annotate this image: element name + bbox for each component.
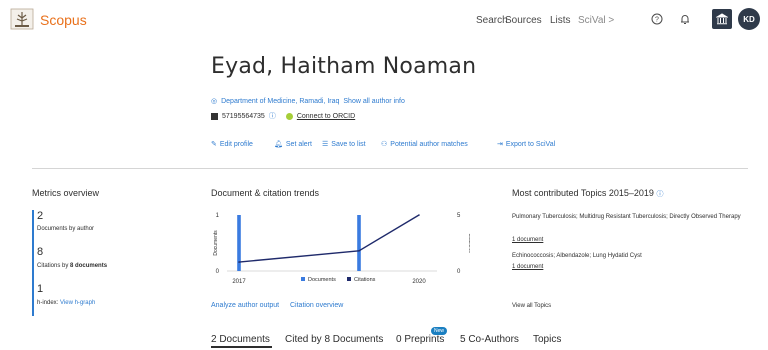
x-tick-label: 2020 — [412, 279, 426, 285]
section-divider — [32, 168, 748, 169]
tab-co-authors[interactable]: 5 Co-Authors — [460, 334, 519, 345]
citations-line — [238, 214, 420, 263]
author-id: 57195564735 — [222, 112, 265, 120]
tab-topics[interactable]: Topics — [533, 334, 561, 345]
elsevier-logo-icon[interactable] — [10, 8, 34, 30]
x-tick-label: 2017 — [232, 279, 246, 285]
edit-profile-label: Edit profile — [219, 140, 253, 148]
view-hgraph-link[interactable]: View h-graph — [60, 300, 95, 306]
topic-1-title[interactable]: Pulmonary Tuberculosis; Multidrug Resist… — [512, 213, 748, 222]
connect-orcid-link[interactable]: Connect to ORCID — [297, 113, 355, 120]
topics-info-icon[interactable]: ⓘ — [656, 191, 663, 198]
scopus-brand[interactable]: Scopus — [40, 12, 87, 28]
nav-scival[interactable]: SciVal > — [578, 15, 614, 26]
citations-count: 8 — [37, 246, 44, 258]
left-axis-label: Documents — [213, 230, 219, 256]
topic-2-title[interactable]: Echinococcosis; Albendazole; Lung Hydati… — [512, 252, 642, 261]
top-header: Scopus Search Sources Lists SciVal > ? K… — [0, 0, 768, 40]
author-id-row: 57195564735 ⓘ Connect to ORCID — [211, 111, 355, 121]
documents-label: Documents by author — [37, 226, 95, 232]
info-icon[interactable]: ⓘ — [269, 111, 276, 121]
citation-overview-link[interactable]: Citation overview — [290, 302, 343, 309]
location-icon: ◎ — [211, 98, 218, 105]
topic-2-documents-link[interactable]: 1 document — [512, 263, 543, 272]
bell-outline-icon: 🔔︎ — [274, 141, 283, 148]
hindex-row: h-index: View h-graph — [37, 300, 95, 306]
citation-point — [238, 261, 240, 263]
set-alert-button[interactable]: 🔔︎ Set alert — [274, 140, 312, 149]
help-icon[interactable]: ? — [648, 10, 666, 28]
documents-bar — [357, 215, 361, 271]
new-badge: New — [431, 327, 448, 335]
potential-author-matches-button[interactable]: ⚇ Potential author matches — [381, 140, 468, 149]
analyze-author-output-link[interactable]: Analyze author output — [211, 302, 279, 309]
tab-preprints[interactable]: 0 Preprints — [396, 334, 444, 345]
view-all-topics-link[interactable]: View all Topics — [512, 302, 551, 311]
citation-point — [358, 250, 360, 252]
user-avatar[interactable]: KD — [738, 8, 760, 30]
trend-chart: 1050Documents Citations2017 2020Documents C… — [213, 213, 470, 285]
pencil-icon: ✎ — [211, 141, 217, 148]
export-to-scival-label: Export to SciVal — [505, 140, 556, 148]
legend-documents-label: Documents — [308, 277, 336, 283]
citations-label-docs: 8 documents — [70, 263, 108, 269]
set-alert-label: Set alert — [285, 140, 312, 148]
save-to-list-button[interactable]: ☰ Save to list — [322, 140, 366, 149]
documents-count: 2 — [37, 210, 44, 222]
people-icon: ⚇ — [381, 141, 388, 148]
citation-point — [418, 214, 420, 216]
export-icon: ⇥ — [497, 141, 503, 148]
active-tab-underline — [211, 346, 272, 348]
svg-text:?: ? — [655, 17, 659, 24]
right-tick-label: 0 — [457, 269, 461, 275]
legend-citations-swatch — [347, 277, 351, 281]
hindex-value: 1 — [37, 283, 44, 295]
topic-1-documents-link[interactable]: 1 document — [512, 236, 543, 245]
orcid-icon — [285, 112, 293, 120]
right-axis-label: Citations — [467, 233, 470, 253]
hindex-label: h-index: — [37, 300, 59, 306]
id-card-icon — [211, 112, 218, 120]
left-tick-label: 1 — [216, 213, 220, 219]
topics-title-text: Most contributed Topics 2015–2019 — [512, 188, 654, 198]
affiliation-row: ◎ Department of Medicine, Ramadi, Iraq S… — [211, 97, 405, 106]
potential-author-matches-label: Potential author matches — [390, 140, 468, 148]
tab-documents[interactable]: 2 Documents — [211, 334, 270, 345]
nav-sources[interactable]: Sources — [505, 15, 542, 26]
affiliation-text: Department of Medicine, Ramadi, Iraq — [221, 97, 340, 105]
list-icon: ☰ — [322, 141, 329, 148]
save-to-list-label: Save to list — [331, 140, 366, 148]
edit-profile-button[interactable]: ✎ Edit profile — [211, 140, 253, 149]
metrics-overview-title: Metrics overview — [32, 188, 100, 198]
show-all-author-info-link[interactable]: Show all author info — [343, 98, 404, 105]
citations-label: Citations by 8 documents — [37, 263, 107, 269]
metrics-accent-bar — [32, 210, 34, 316]
legend-citations-label: Citations — [354, 277, 376, 283]
document-citation-trends-title: Document & citation trends — [211, 188, 320, 198]
institution-icon[interactable] — [712, 9, 732, 29]
legend-documents-swatch — [301, 277, 305, 281]
author-name: Eyad, Haitham Noaman — [211, 54, 477, 79]
right-tick-label: 5 — [457, 213, 461, 219]
left-tick-label: 0 — [216, 269, 220, 275]
nav-search[interactable]: Search — [476, 15, 508, 26]
bell-icon[interactable] — [676, 10, 694, 28]
export-to-scival-button[interactable]: ⇥ Export to SciVal — [497, 140, 556, 149]
nav-lists[interactable]: Lists — [550, 15, 571, 26]
tab-cited-by[interactable]: Cited by 8 Documents — [285, 334, 383, 345]
citations-label-prefix: Citations by — [37, 263, 69, 269]
most-contributed-topics-title: Most contributed Topics 2015–2019 ⓘ — [512, 188, 663, 199]
